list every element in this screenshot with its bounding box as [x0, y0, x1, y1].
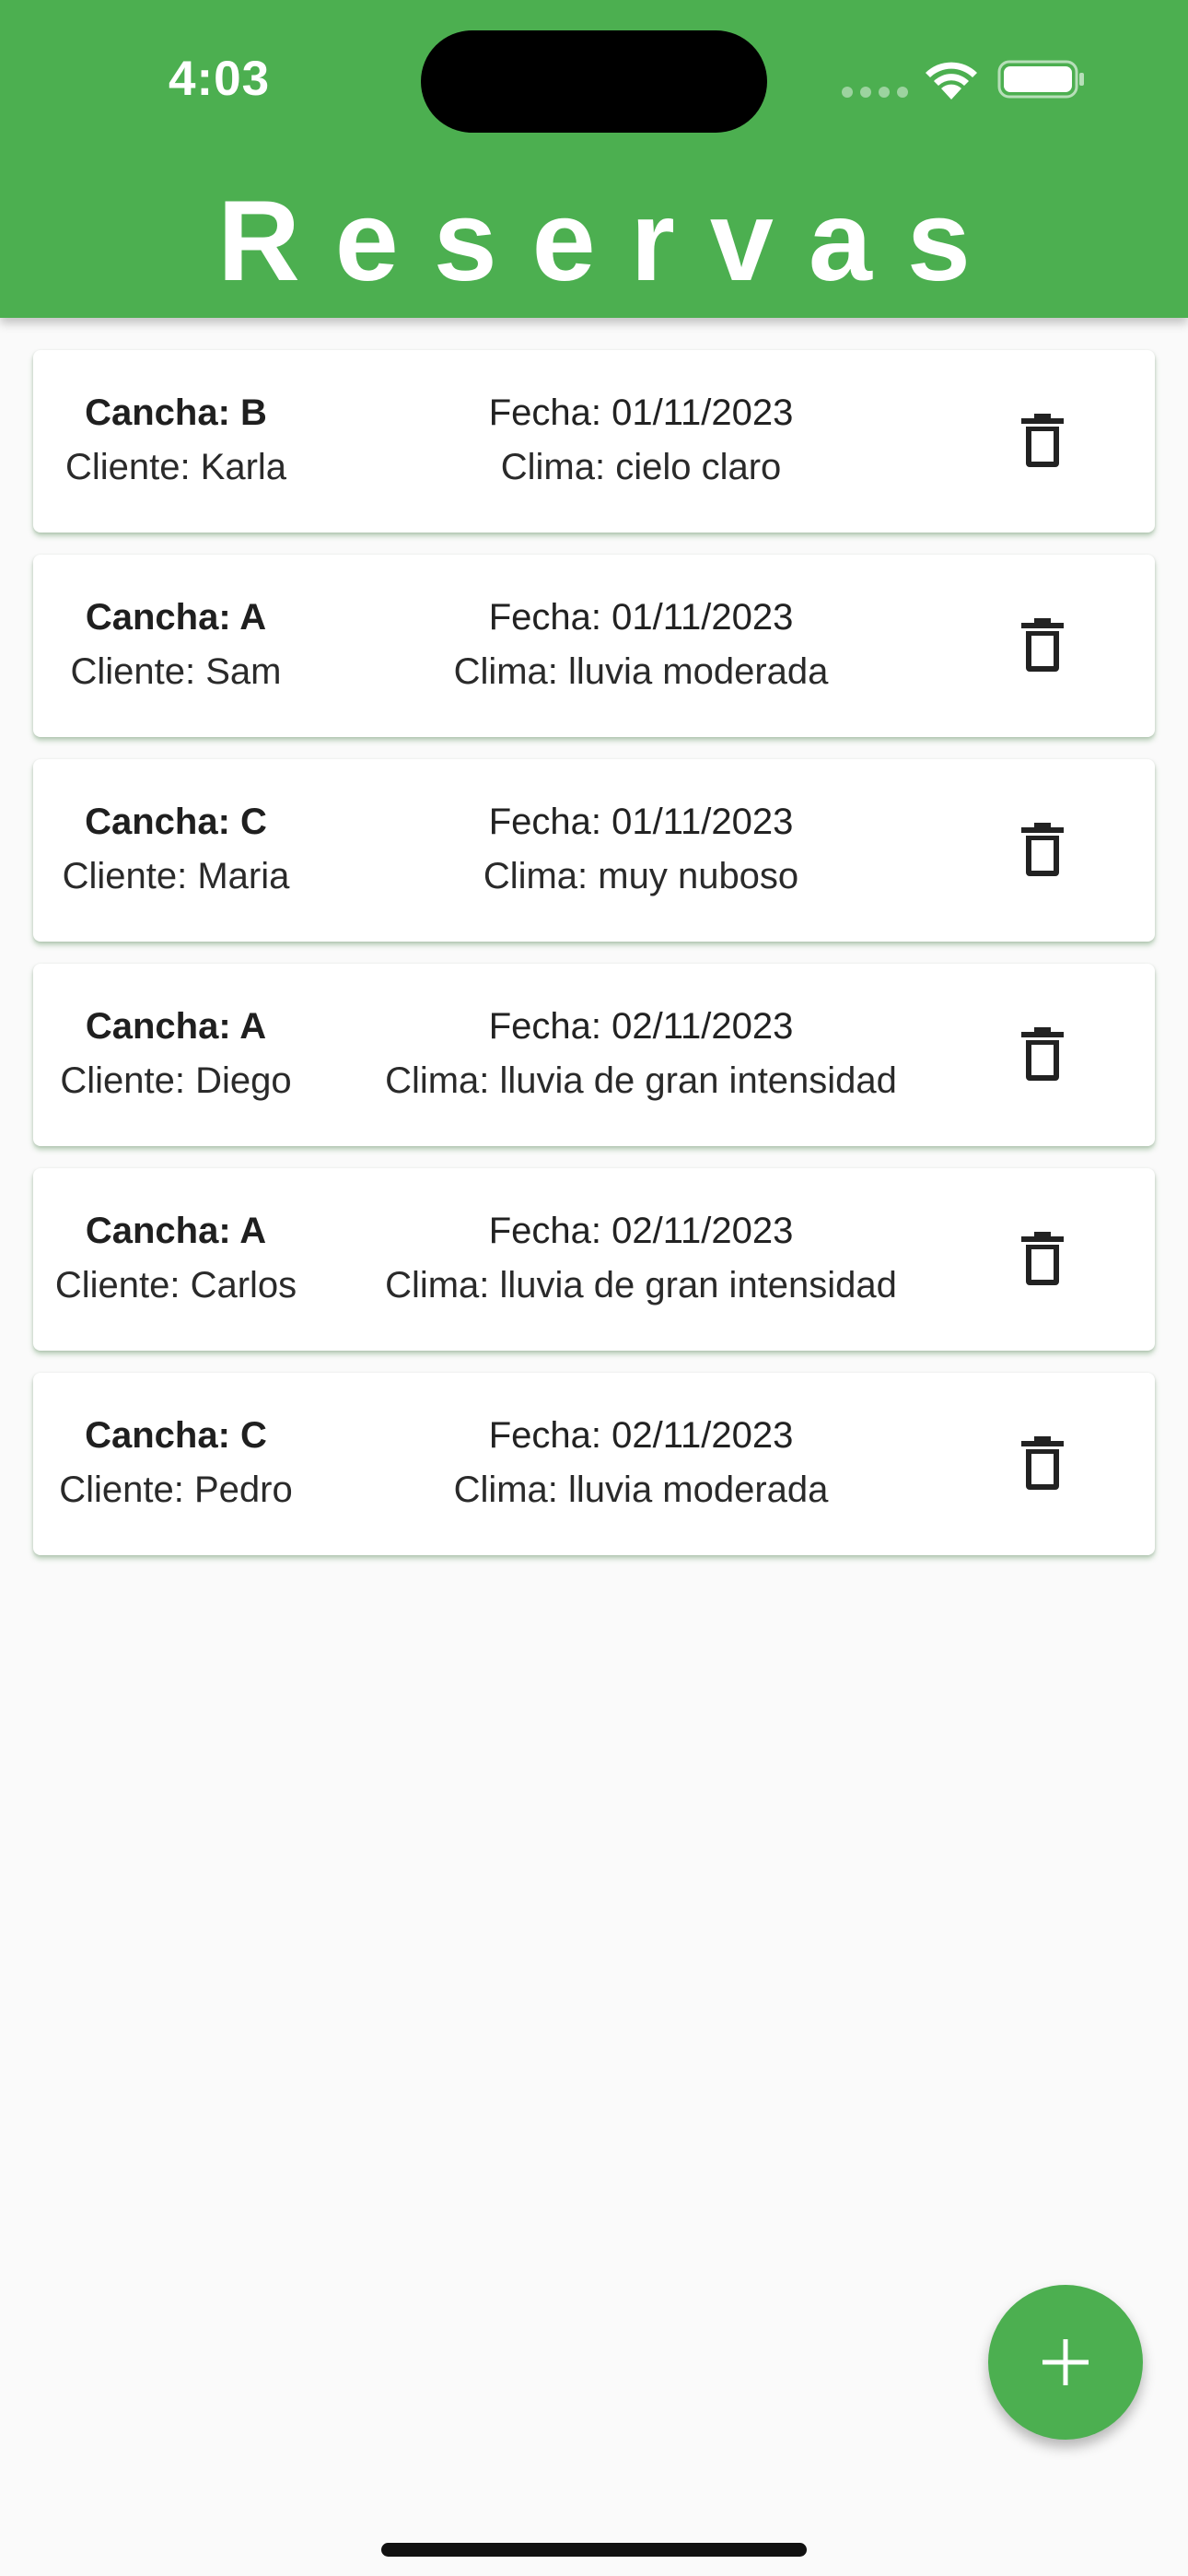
reservation-date-weather: Fecha: 02/11/2023 Clima: lluvia moderada — [319, 1410, 963, 1518]
reservation-court-client: Cancha: B Cliente: Karla — [33, 387, 319, 496]
cellular-signal-icon — [842, 87, 908, 98]
trash-icon — [1021, 1232, 1064, 1285]
date-label: Fecha: 02/11/2023 — [488, 1006, 794, 1047]
trash-icon — [1021, 1027, 1064, 1081]
client-label: Cliente: Diego — [60, 1060, 292, 1101]
date-label: Fecha: 01/11/2023 — [488, 802, 794, 842]
delete-button[interactable] — [1009, 1430, 1076, 1496]
reservation-date-weather: Fecha: 02/11/2023 Clima: lluvia de gran … — [319, 1205, 963, 1314]
weather-label: Clima: cielo claro — [500, 447, 782, 487]
reservation-card: Cancha: C Cliente: Pedro Fecha: 02/11/20… — [33, 1373, 1155, 1555]
reservation-court-client: Cancha: A Cliente: Carlos — [33, 1205, 319, 1314]
home-indicator — [381, 2543, 807, 2557]
reservation-court-client: Cancha: A Cliente: Diego — [33, 1001, 319, 1109]
reservation-court-client: Cancha: A Cliente: Sam — [33, 591, 319, 700]
client-label: Cliente: Sam — [70, 651, 282, 692]
date-label: Fecha: 01/11/2023 — [488, 597, 794, 638]
reservation-card: Cancha: A Cliente: Sam Fecha: 01/11/2023… — [33, 555, 1155, 737]
reservation-card: Cancha: B Cliente: Karla Fecha: 01/11/20… — [33, 350, 1155, 533]
dynamic-island — [421, 30, 767, 133]
screen: 4:03 Reservas Cancha: B Cliente: Karla F… — [0, 0, 1188, 2576]
reservation-court-client: Cancha: C Cliente: Maria — [33, 796, 319, 905]
battery-icon — [997, 60, 1084, 99]
client-label: Cliente: Karla — [64, 447, 287, 487]
weather-label: Clima: muy nuboso — [483, 856, 799, 896]
trash-icon — [1021, 1436, 1064, 1490]
date-label: Fecha: 02/11/2023 — [488, 1211, 794, 1251]
reservation-date-weather: Fecha: 01/11/2023 Clima: cielo claro — [319, 387, 963, 496]
reservation-court-client: Cancha: C Cliente: Pedro — [33, 1410, 319, 1518]
wifi-icon — [926, 62, 977, 100]
delete-button[interactable] — [1009, 1225, 1076, 1292]
court-label: Cancha: A — [85, 1006, 267, 1047]
delete-button[interactable] — [1009, 1021, 1076, 1087]
plus-icon — [1042, 2339, 1089, 2385]
status-time: 4:03 — [169, 52, 271, 106]
page-title: Reservas — [217, 178, 1006, 305]
reservation-card: Cancha: A Cliente: Carlos Fecha: 02/11/2… — [33, 1168, 1155, 1351]
reservation-list: Cancha: B Cliente: Karla Fecha: 01/11/20… — [33, 350, 1155, 1577]
court-label: Cancha: C — [85, 802, 267, 842]
weather-label: Clima: lluvia moderada — [453, 1469, 829, 1510]
reservation-card: Cancha: A Cliente: Diego Fecha: 02/11/20… — [33, 964, 1155, 1146]
app-bar: 4:03 Reservas — [0, 0, 1188, 318]
trash-icon — [1021, 618, 1064, 672]
court-label: Cancha: B — [85, 392, 267, 433]
reservation-date-weather: Fecha: 01/11/2023 Clima: muy nuboso — [319, 796, 963, 905]
weather-label: Clima: lluvia de gran intensidad — [385, 1060, 897, 1101]
trash-icon — [1021, 823, 1064, 876]
trash-icon — [1021, 414, 1064, 467]
client-label: Cliente: Carlos — [54, 1265, 297, 1306]
court-label: Cancha: C — [85, 1415, 267, 1456]
court-label: Cancha: A — [85, 597, 267, 638]
delete-button[interactable] — [1009, 816, 1076, 883]
weather-label: Clima: lluvia moderada — [453, 651, 829, 692]
client-label: Cliente: Pedro — [59, 1469, 293, 1510]
court-label: Cancha: A — [85, 1211, 267, 1251]
date-label: Fecha: 02/11/2023 — [488, 1415, 794, 1456]
delete-button[interactable] — [1009, 612, 1076, 678]
reservation-date-weather: Fecha: 02/11/2023 Clima: lluvia de gran … — [319, 1001, 963, 1109]
add-reservation-button[interactable] — [988, 2285, 1143, 2440]
date-label: Fecha: 01/11/2023 — [488, 392, 794, 433]
reservation-card: Cancha: C Cliente: Maria Fecha: 01/11/20… — [33, 759, 1155, 942]
reservation-date-weather: Fecha: 01/11/2023 Clima: lluvia moderada — [319, 591, 963, 700]
client-label: Cliente: Maria — [62, 856, 290, 896]
weather-label: Clima: lluvia de gran intensidad — [385, 1265, 897, 1306]
delete-button[interactable] — [1009, 407, 1076, 474]
